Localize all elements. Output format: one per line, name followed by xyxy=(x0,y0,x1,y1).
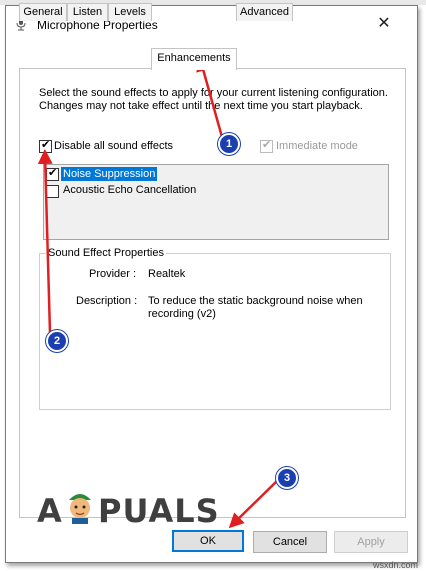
step-badge-3: 3 xyxy=(276,467,298,489)
watermark: wsxdn.com xyxy=(373,560,419,570)
step-badge-1: 1 xyxy=(218,133,240,155)
step-badge-2: 2 xyxy=(46,330,68,352)
tab-enhancements[interactable]: Enhancements xyxy=(151,48,237,70)
annotation-layer xyxy=(37,56,279,529)
arrow-to-ok-button xyxy=(228,479,279,529)
arrow-to-disable-checkbox xyxy=(37,149,53,334)
arrow-to-enhancements-tab xyxy=(196,56,224,138)
